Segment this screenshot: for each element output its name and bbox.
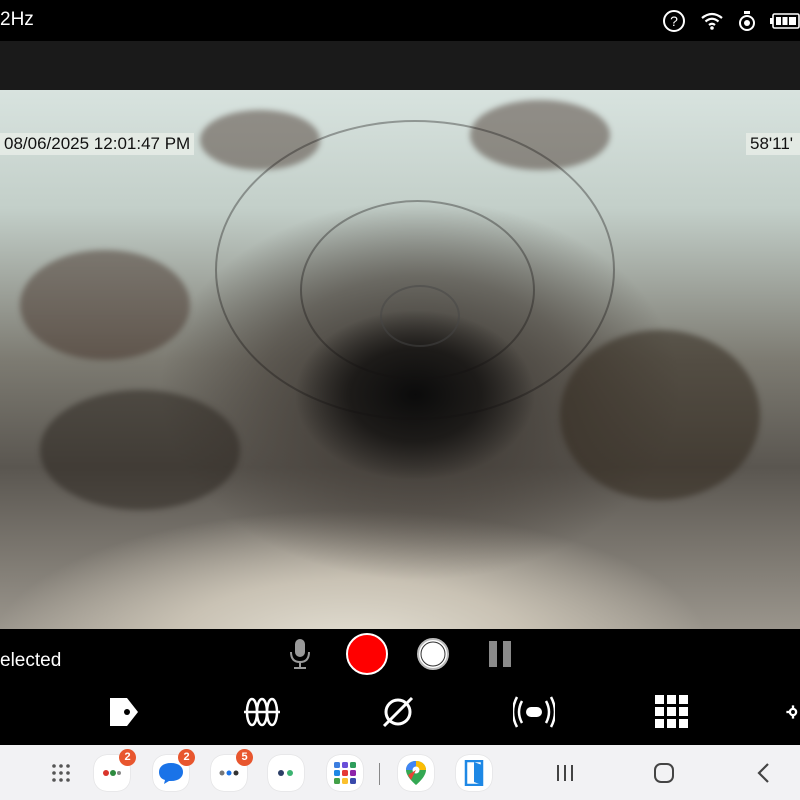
app-folder-2-icon[interactable]: 5 bbox=[211, 749, 253, 791]
app-folder-4-icon[interactable] bbox=[327, 755, 363, 791]
pipe-stain bbox=[20, 250, 190, 360]
camera-feed: 08/06/2025 12:01:47 PM 58'11' bbox=[0, 90, 800, 629]
status-text: 2Hz bbox=[0, 9, 34, 30]
distance-overlay: 58'11' bbox=[746, 133, 800, 155]
home-button[interactable] bbox=[650, 759, 678, 787]
svg-text:?: ? bbox=[670, 13, 678, 29]
notification-badge: 2 bbox=[178, 749, 195, 766]
status-bar: 2Hz ? bbox=[0, 0, 800, 41]
app-folder-3-icon[interactable] bbox=[268, 755, 304, 791]
recents-button[interactable] bbox=[551, 759, 579, 787]
pipe-ring bbox=[380, 285, 460, 347]
control-bar: elected bbox=[0, 629, 800, 678]
microphone-icon[interactable] bbox=[284, 629, 316, 678]
partial-tool-icon[interactable] bbox=[0, 690, 6, 734]
app-folder-1-icon[interactable]: 2 bbox=[94, 749, 136, 791]
wifi-icon bbox=[700, 11, 724, 31]
record-icon[interactable] bbox=[344, 629, 390, 678]
settings-icon[interactable] bbox=[786, 690, 800, 734]
tag-icon[interactable] bbox=[96, 690, 152, 734]
snapshot-icon[interactable] bbox=[414, 629, 452, 678]
pause-icon[interactable] bbox=[482, 629, 518, 678]
diameter-icon[interactable] bbox=[370, 690, 426, 734]
cable-coil-icon[interactable] bbox=[234, 690, 290, 734]
apps-drawer-icon[interactable] bbox=[47, 759, 75, 787]
sonde-icon[interactable] bbox=[506, 690, 562, 734]
battery-icon bbox=[770, 13, 800, 29]
selected-label: elected bbox=[0, 650, 62, 671]
pipe-stain bbox=[40, 390, 240, 510]
pipe-stain bbox=[560, 330, 760, 500]
tool-bar bbox=[0, 678, 800, 745]
navigation-bar: 2 2 5 bbox=[0, 745, 800, 800]
status-icons: ? bbox=[662, 8, 800, 34]
timestamp-overlay: 08/06/2025 12:01:47 PM bbox=[0, 133, 195, 155]
maps-icon[interactable] bbox=[398, 755, 434, 791]
door-app-icon[interactable] bbox=[456, 755, 492, 791]
camera-device-icon bbox=[738, 10, 756, 32]
notification-badge: 5 bbox=[236, 749, 253, 766]
notification-badge: 2 bbox=[119, 749, 136, 766]
back-button[interactable] bbox=[750, 759, 778, 787]
dock-divider bbox=[379, 763, 380, 785]
grid-icon[interactable] bbox=[644, 690, 700, 734]
help-circle-icon[interactable]: ? bbox=[662, 9, 686, 33]
top-band bbox=[0, 41, 800, 90]
messages-icon[interactable]: 2 bbox=[153, 749, 195, 791]
